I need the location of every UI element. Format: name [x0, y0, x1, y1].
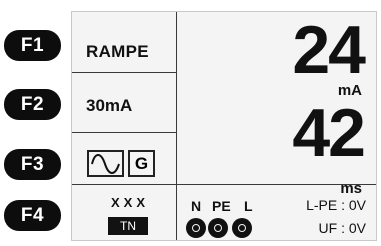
- f1-key[interactable]: F1: [4, 30, 61, 61]
- uf-voltage: UF : 0V: [318, 220, 366, 236]
- terminal-l-label: L: [244, 198, 253, 214]
- f4-key[interactable]: F4: [4, 200, 61, 231]
- terminal-l-icon: [232, 218, 252, 238]
- network-code: XXX: [111, 195, 150, 210]
- lcd-display: RAMPE 30mA G XXX TN 24 mA 42 ms N PE L L…: [71, 11, 377, 241]
- f2-key[interactable]: F2: [4, 89, 61, 120]
- time-reading: 42: [292, 95, 366, 171]
- lpe-voltage: L-PE : 0V: [306, 197, 366, 213]
- terminal-pe-label: PE: [212, 198, 231, 214]
- terminal-n-icon: [186, 218, 206, 238]
- sine-wave-icon: [87, 150, 124, 177]
- time-unit: ms: [340, 180, 362, 197]
- network-type-badge: TN: [108, 217, 148, 235]
- mode-label: RAMPE: [86, 42, 149, 61]
- divider-line: [72, 72, 176, 73]
- current-setting: 30mA: [86, 96, 133, 115]
- f3-key[interactable]: F3: [4, 149, 61, 180]
- divider-line: [72, 184, 376, 185]
- vertical-divider: [176, 12, 177, 240]
- terminal-pe-icon: [208, 218, 228, 238]
- type-g-box: G: [128, 150, 155, 177]
- divider-line: [72, 132, 176, 133]
- terminal-n-label: N: [191, 198, 202, 214]
- current-reading: 24: [292, 12, 366, 88]
